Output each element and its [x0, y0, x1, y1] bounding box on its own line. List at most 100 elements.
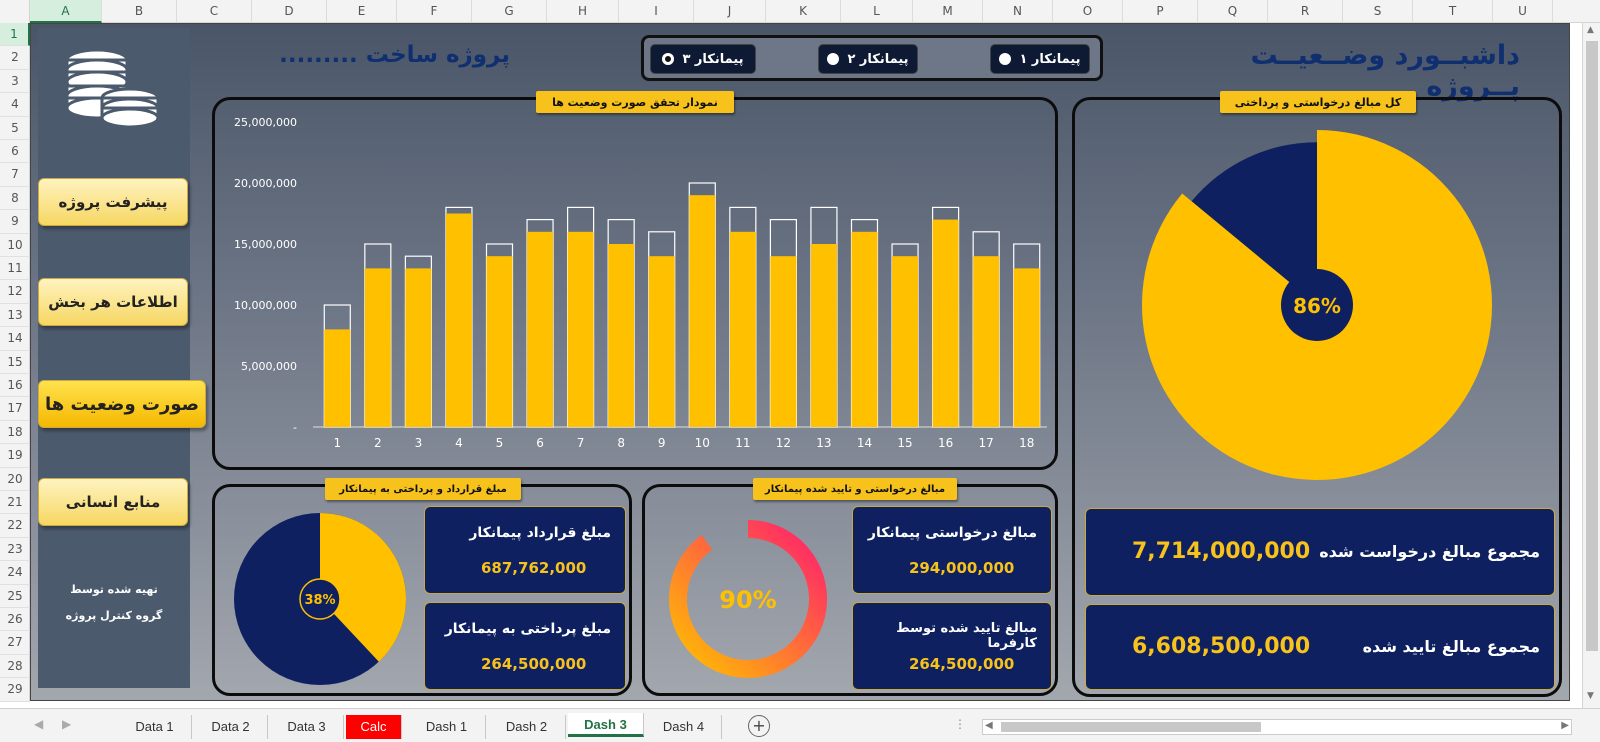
sheet-tab-dash-2[interactable]: Dash 2	[488, 715, 566, 739]
pie-chart: 86%	[1142, 130, 1492, 480]
scroll-up-icon[interactable]: ▲	[1587, 25, 1594, 35]
x-tick-label: 9	[658, 436, 666, 450]
row-header-18[interactable]: 18	[0, 421, 30, 445]
bar-approved	[770, 256, 797, 427]
column-header-o[interactable]: O	[1053, 0, 1123, 23]
scroll-right-icon[interactable]: ▶	[62, 717, 71, 731]
column-header-q[interactable]: Q	[1198, 0, 1268, 23]
row-header-24[interactable]: 24	[0, 561, 30, 585]
contract-amount-label: مبلغ قرارداد پیمانکار	[469, 525, 611, 541]
column-header-k[interactable]: K	[766, 0, 841, 23]
bar-approved	[364, 268, 391, 427]
requested-amount-value: 294,000,000	[909, 559, 1015, 577]
vertical-scrollbar[interactable]: ▲ ▼	[1582, 23, 1600, 708]
vertical-scrollbar-thumb[interactable]	[1586, 41, 1598, 651]
y-tick-label: 15,000,000	[234, 238, 297, 251]
row-header-21[interactable]: 21	[0, 491, 30, 515]
y-tick-label: 5,000,000	[241, 360, 297, 373]
pie-panel-title: کل مبالغ درخواستی و پرداختی	[1220, 91, 1416, 113]
scroll-down-icon[interactable]: ▼	[1587, 691, 1594, 701]
x-tick-label: 16	[938, 436, 953, 450]
sheet-tab-dash-1[interactable]: Dash 1	[408, 715, 486, 739]
column-header-f[interactable]: F	[397, 0, 472, 23]
row-header-11[interactable]: 11	[0, 257, 30, 281]
row-header-17[interactable]: 17	[0, 397, 30, 421]
row-header-7[interactable]: 7	[0, 163, 30, 187]
sheet-tab-calc[interactable]: Calc	[346, 715, 402, 739]
radio-icon	[999, 53, 1012, 65]
row-header-16[interactable]: 16	[0, 374, 30, 398]
column-header-u[interactable]: U	[1493, 0, 1553, 23]
contractor-option-3[interactable]: پیمانکار ۳	[650, 44, 756, 74]
row-header-15[interactable]: 15	[0, 351, 30, 374]
nav-button-2[interactable]: اطلاعات هر بخش	[38, 278, 188, 326]
contractor-option-1[interactable]: پیمانکار ۱	[990, 44, 1090, 74]
column-header-g[interactable]: G	[472, 0, 547, 23]
scroll-left-icon[interactable]: ◀	[34, 717, 43, 731]
nav-button-3[interactable]: صورت وضعیت ها	[38, 380, 206, 428]
contractor-option-2[interactable]: پیمانکار ۲	[818, 44, 918, 74]
sheet-tab-data-3[interactable]: Data 3	[270, 715, 344, 739]
request-panel-title: مبالغ درخواستی و تایید شده پیمانکار	[753, 478, 957, 500]
nav-button-4[interactable]: منابع انسانی	[38, 478, 188, 526]
column-header-s[interactable]: S	[1343, 0, 1413, 23]
column-header-j[interactable]: J	[694, 0, 766, 23]
row-header-26[interactable]: 26	[0, 608, 30, 632]
row-header-22[interactable]: 22	[0, 514, 30, 538]
sheet-tab-dash-3[interactable]: Dash 3	[568, 713, 644, 737]
x-tick-label: 10	[695, 436, 710, 450]
column-header-h[interactable]: H	[547, 0, 619, 23]
bar-approved	[405, 268, 432, 427]
row-header-25[interactable]: 25	[0, 585, 30, 608]
column-header-a[interactable]: A	[30, 0, 102, 23]
column-header-m[interactable]: M	[913, 0, 983, 23]
bar-approved	[324, 329, 351, 427]
row-header-13[interactable]: 13	[0, 304, 30, 328]
x-tick-label: 13	[816, 436, 831, 450]
column-header-d[interactable]: D	[252, 0, 327, 23]
add-sheet-button[interactable]: +	[748, 715, 770, 737]
row-header-6[interactable]: 6	[0, 140, 30, 164]
scrollbar-thumb[interactable]	[1001, 722, 1261, 732]
row-header-12[interactable]: 12	[0, 280, 30, 304]
column-header-r[interactable]: R	[1268, 0, 1343, 23]
select-all-corner[interactable]	[0, 0, 30, 23]
row-header-4[interactable]: 4	[0, 93, 30, 117]
column-header-c[interactable]: C	[177, 0, 252, 23]
column-header-l[interactable]: L	[841, 0, 913, 23]
sheet-tab-dash-4[interactable]: Dash 4	[646, 715, 722, 739]
row-header-19[interactable]: 19	[0, 444, 30, 468]
total-requested-value: 7,714,000,000	[1132, 539, 1311, 564]
nav-button-1[interactable]: پیشرفت پروژه	[38, 178, 188, 226]
row-header-8[interactable]: 8	[0, 187, 30, 211]
row-header-23[interactable]: 23	[0, 538, 30, 562]
row-header-10[interactable]: 10	[0, 234, 30, 257]
column-header-t[interactable]: T	[1413, 0, 1493, 23]
row-header-3[interactable]: 3	[0, 70, 30, 94]
sheet-tab-bar: ◀ ▶ Data 1 Data 2 Data 3 Calc Dash 1 Dash 2 Da…	[0, 708, 1600, 742]
row-header-2[interactable]: 2	[0, 46, 30, 70]
scrollbar-right-arrow-icon[interactable]: ▶	[1561, 720, 1569, 731]
sheet-tab-data-1[interactable]: Data 1	[118, 715, 192, 739]
row-header-29[interactable]: 29	[0, 678, 30, 702]
horizontal-scrollbar[interactable]: ◀ ▶	[982, 719, 1572, 735]
row-header-9[interactable]: 9	[0, 210, 30, 234]
requested-amount-card: مبالغ درخواستی پیمانکار 294,000,000	[852, 506, 1052, 594]
row-header-20[interactable]: 20	[0, 468, 30, 491]
row-header-14[interactable]: 14	[0, 327, 30, 351]
column-header-p[interactable]: P	[1123, 0, 1198, 23]
column-header-e[interactable]: E	[327, 0, 397, 23]
column-header-b[interactable]: B	[102, 0, 177, 23]
row-header-5[interactable]: 5	[0, 117, 30, 140]
column-header: ABCDEFGHIJKLMNOPQRSTU	[0, 0, 1600, 23]
row-header-1[interactable]: 1	[0, 23, 30, 47]
tab-split-handle-icon[interactable]: ⋮	[954, 717, 966, 731]
scrollbar-left-arrow-icon[interactable]: ◀	[985, 720, 993, 731]
x-tick-label: 2	[374, 436, 382, 450]
column-header-i[interactable]: I	[619, 0, 694, 23]
bar-approved	[445, 213, 472, 427]
sheet-tab-data-2[interactable]: Data 2	[194, 715, 268, 739]
row-header-28[interactable]: 28	[0, 655, 30, 679]
row-header-27[interactable]: 27	[0, 631, 30, 655]
column-header-n[interactable]: N	[983, 0, 1053, 23]
